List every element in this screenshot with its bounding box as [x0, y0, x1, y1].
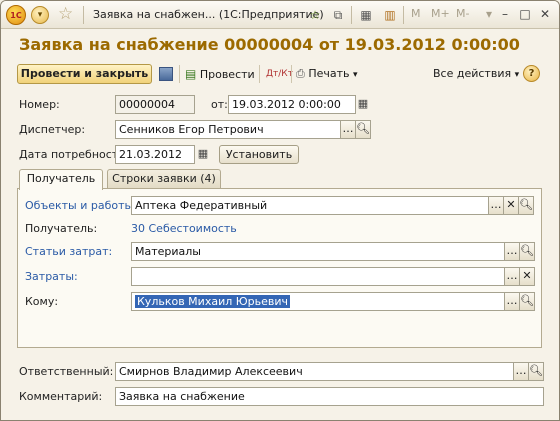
title-separator [403, 6, 404, 24]
window-title: Заявка на снабжен... (1С:Предприятие) [93, 8, 324, 21]
dispatcher-field[interactable]: Сенников Егор Петрович [115, 120, 341, 139]
all-actions-label: Все действия [433, 67, 512, 80]
number-field[interactable]: 00000004 [115, 95, 195, 114]
need-date-field[interactable]: 21.03.2012 [115, 145, 195, 164]
document-date-field[interactable]: 19.03.2012 0:00:00 [228, 95, 356, 114]
post-and-close-button[interactable]: Провести и закрыть [17, 64, 152, 84]
close-icon[interactable]: ✕ [535, 5, 555, 23]
select-button[interactable]: … [504, 292, 520, 311]
cost-items-field[interactable]: Материалы [131, 242, 505, 261]
open-search-icon[interactable]: 🔍︎ [528, 362, 544, 381]
open-search-icon[interactable]: 🔍︎ [519, 242, 535, 261]
menu-dropdown-icon[interactable]: ▾ [31, 6, 49, 24]
selected-value: Кульков Михаил Юрьевич [135, 295, 290, 308]
help-button[interactable]: ? [523, 65, 540, 82]
maximize-icon[interactable]: □ [515, 5, 535, 23]
objects-label[interactable]: Объекты и работы: [25, 199, 137, 212]
need-date-label: Дата потребности: [19, 148, 130, 161]
movements-icon: Дт/Кт [266, 69, 293, 79]
responsible-label: Ответственный: [19, 365, 114, 378]
toolbar-separator [179, 65, 180, 83]
title-separator [351, 6, 352, 24]
calendar-icon[interactable]: ▦ [196, 145, 210, 164]
recipient-link[interactable]: 30 Себестоимость [131, 222, 237, 235]
select-button[interactable]: … [340, 120, 356, 139]
costs-label[interactable]: Затраты: [25, 270, 78, 283]
select-button[interactable]: … [488, 196, 504, 215]
select-button[interactable]: … [504, 242, 520, 261]
set-button[interactable]: Установить [219, 145, 299, 164]
open-search-icon[interactable]: 🔍︎ [518, 196, 534, 215]
costs-field[interactable] [131, 267, 505, 286]
save-button[interactable] [159, 64, 173, 84]
memory-minus-button[interactable]: M- [456, 7, 469, 20]
select-button[interactable]: … [513, 362, 529, 381]
date-from-label: от: [211, 98, 228, 111]
save-icon [159, 67, 173, 81]
clear-icon[interactable]: ✕ [503, 196, 519, 215]
tab-request-lines[interactable]: Строки заявки (4) [107, 169, 221, 189]
title-separator [83, 6, 84, 24]
tab-recipient[interactable]: Получатель [19, 169, 103, 190]
number-label: Номер: [19, 98, 60, 111]
print-button-label: Печать [308, 67, 350, 80]
chevron-down-icon: ▾ [352, 70, 358, 80]
to-whom-field[interactable]: Кульков Михаил Юрьевич [131, 292, 505, 311]
add-to-favorites-icon[interactable]: ☆ [306, 6, 324, 24]
toolbar-separator [259, 65, 260, 83]
1c-logo-icon[interactable]: 1С [6, 5, 26, 25]
link-icon[interactable]: ⧉ [329, 6, 347, 24]
calculator-icon[interactable]: ▦ [357, 6, 375, 24]
select-button[interactable]: … [504, 267, 520, 286]
post-button[interactable]: ▤ Провести [185, 64, 255, 84]
printer-icon: ⎙ [296, 67, 305, 80]
comment-label: Комментарий: [19, 390, 103, 403]
memory-plus-button[interactable]: M+ [431, 7, 450, 20]
comment-field[interactable]: Заявка на снабжение [115, 387, 544, 406]
dispatcher-label: Диспетчер: [19, 123, 86, 136]
title-bar: 1С ▾ ☆ Заявка на снабжен... (1С:Предприя… [1, 1, 559, 29]
minimize-icon[interactable]: – [495, 5, 515, 23]
toolbar-separator [291, 65, 292, 83]
movements-report-button[interactable]: Дт/Кт [266, 64, 293, 84]
memory-m-button[interactable]: M [411, 7, 421, 20]
clear-icon[interactable]: ✕ [519, 267, 535, 286]
open-search-icon[interactable]: 🔍︎ [355, 120, 371, 139]
objects-field[interactable]: Аптека Федеративный [131, 196, 489, 215]
document-window: 1С ▾ ☆ Заявка на снабжен... (1С:Предприя… [0, 0, 560, 421]
calendar-icon[interactable]: ▥ [381, 6, 399, 24]
recipient-label: Получатель: [25, 222, 98, 235]
print-button[interactable]: ⎙ Печать ▾ [296, 64, 358, 84]
to-whom-label: Кому: [25, 295, 59, 308]
cost-items-label[interactable]: Статьи затрат: [25, 245, 112, 258]
post-icon: ▤ [185, 67, 197, 81]
favorite-star-icon[interactable]: ☆ [58, 4, 73, 24]
all-actions-menu[interactable]: Все действия ▾ [433, 64, 519, 84]
chevron-down-icon: ▾ [514, 70, 520, 80]
responsible-field[interactable]: Смирнов Владимир Алексеевич [115, 362, 514, 381]
open-search-icon[interactable]: 🔍︎ [519, 292, 535, 311]
page-title: Заявка на снабжение 00000004 от 19.03.20… [19, 35, 520, 54]
calendar-icon[interactable]: ▦ [356, 95, 370, 114]
post-button-label: Провести [199, 68, 255, 81]
